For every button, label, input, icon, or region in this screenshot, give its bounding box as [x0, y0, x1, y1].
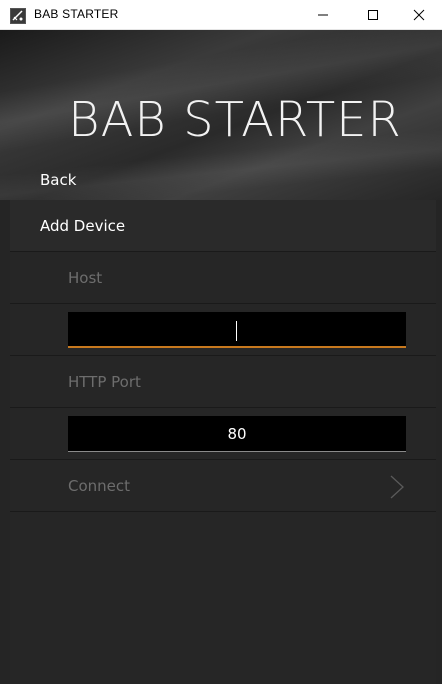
close-button[interactable]	[396, 0, 442, 30]
port-label-row: HTTP Port	[10, 356, 436, 408]
connect-label: Connect	[68, 477, 131, 495]
port-label: HTTP Port	[68, 373, 141, 391]
maximize-icon	[368, 10, 378, 20]
app-window: BAB STARTER BAB STARTER Back Add Device …	[0, 0, 442, 684]
port-input-row	[10, 408, 436, 460]
host-input[interactable]	[68, 312, 406, 348]
back-button[interactable]: Back	[40, 171, 76, 189]
close-icon	[413, 9, 425, 21]
port-input[interactable]	[68, 416, 406, 452]
maximize-button[interactable]	[350, 0, 396, 30]
app-header: BAB STARTER Back	[0, 30, 442, 200]
window-title: BAB STARTER	[34, 7, 119, 21]
section-title: Add Device	[40, 217, 126, 235]
title-bar[interactable]: BAB STARTER	[0, 0, 442, 30]
host-label-row: Host	[10, 252, 436, 304]
section-header: Add Device	[10, 200, 436, 252]
host-label: Host	[68, 269, 103, 287]
chevron-right-icon	[390, 475, 404, 499]
app-icon	[10, 8, 26, 24]
content-empty-area	[10, 512, 436, 684]
connect-button[interactable]: Connect	[10, 460, 436, 512]
text-caret	[236, 321, 237, 341]
app-title: BAB STARTER	[68, 92, 402, 148]
minimize-button[interactable]	[300, 0, 346, 30]
minimize-icon	[318, 14, 328, 16]
host-input-row	[10, 304, 436, 356]
